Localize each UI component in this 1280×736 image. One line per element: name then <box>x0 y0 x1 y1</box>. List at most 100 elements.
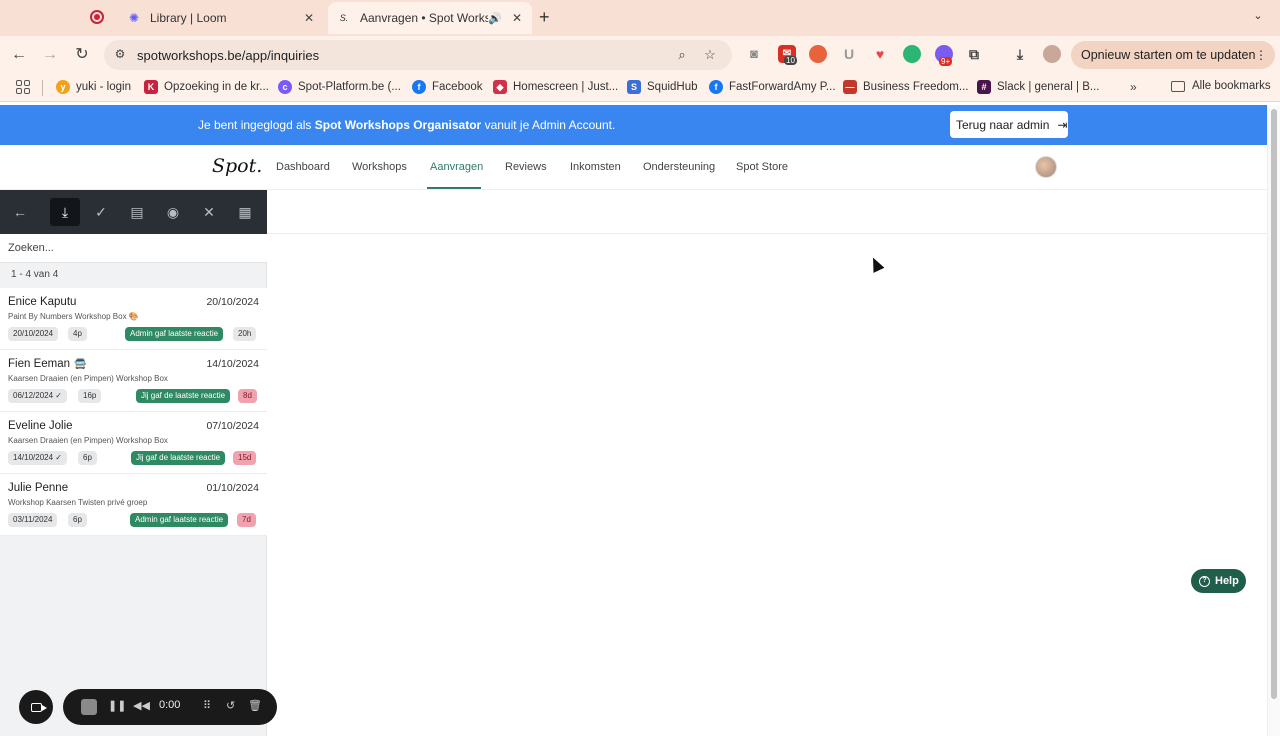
back-to-admin-button[interactable]: Terug naar admin ⇥ <box>950 111 1068 138</box>
close-tab-icon[interactable]: ✕ <box>304 11 314 25</box>
document-icon[interactable]: ▤ <box>122 198 152 226</box>
mail-badge: 10 <box>784 56 797 65</box>
inquiry-name-text: Eveline Jolie <box>8 420 73 432</box>
people-badge: 6p <box>68 513 87 527</box>
inquiry-row[interactable]: Enice Kaputu 20/10/2024 Paint By Numbers… <box>0 288 267 350</box>
user-avatar[interactable] <box>1035 156 1057 178</box>
check-circle-icon[interactable]: ◉ <box>158 198 188 226</box>
close-icon[interactable]: ✕ <box>194 198 224 226</box>
check-icon[interactable]: ✓ <box>86 198 116 226</box>
address-bar[interactable]: ⚙ spotworkshops.be/app/inquiries ⌕ ☆ <box>104 40 732 70</box>
zoom-icon[interactable]: ⌕ <box>674 47 690 63</box>
camera-extension-icon[interactable]: ◙ <box>745 45 763 63</box>
banner-prefix: Je bent ingeglogd als <box>198 118 312 132</box>
bookmark-item[interactable]: K Opzoeking in de kr... <box>144 80 269 94</box>
update-label: Opnieuw starten om te updaten <box>1081 48 1256 62</box>
banner-org: Spot Workshops Organisator <box>314 118 482 132</box>
tab-title: Library | Loom <box>150 11 227 25</box>
archive-icon[interactable]: ▦ <box>230 198 260 226</box>
nav-dashboard[interactable]: Dashboard <box>276 161 330 173</box>
close-tab-icon[interactable]: ✕ <box>512 11 522 25</box>
age-badge: 20h <box>233 327 257 341</box>
status-badge: Jij gaf de laatste reactie <box>136 389 231 403</box>
extensions-puzzle-icon[interactable]: ⧉ <box>965 45 983 63</box>
apps-grid-icon[interactable] <box>16 80 30 94</box>
update-restart-button[interactable]: Opnieuw starten om te updaten ⋮ <box>1071 41 1275 69</box>
scrollbar-thumb[interactable] <box>1271 109 1277 699</box>
facebook-icon: f <box>709 80 723 94</box>
people-badge: 4p <box>68 327 87 341</box>
cherry-extension-icon[interactable] <box>809 45 827 63</box>
tab-aanvragen[interactable]: S. Aanvragen • Spot Worksh 🔊 ✕ <box>328 2 532 34</box>
bookmark-item[interactable]: S SquidHub <box>627 80 698 94</box>
bookmark-item[interactable]: c Spot-Platform.be (... <box>278 80 401 94</box>
inquiry-name: Eveline Jolie <box>8 420 73 432</box>
page-scrollbar[interactable] <box>1267 105 1280 736</box>
more-menu-icon[interactable]: ⋮ <box>1255 48 1267 62</box>
nav-workshops[interactable]: Workshops <box>352 161 407 173</box>
loom-camera-button[interactable] <box>19 690 53 724</box>
heart-extension-icon[interactable]: ♥ <box>871 45 889 63</box>
download-icon[interactable]: ⤓ <box>1011 45 1029 63</box>
back-arrow-icon[interactable]: ← <box>9 45 29 65</box>
more-bookmarks-chevron-icon[interactable]: » <box>1130 80 1137 94</box>
restart-icon[interactable]: ↺ <box>226 699 235 712</box>
inquiry-row[interactable]: Eveline Jolie 07/10/2024 Kaarsen Draaien… <box>0 412 267 474</box>
people-badge: 6p <box>78 451 97 465</box>
bookmark-item[interactable]: ◆ Homescreen | Just... <box>493 80 618 94</box>
tab-title: Aanvragen • Spot Worksh <box>360 11 488 25</box>
all-bookmarks-button[interactable]: Alle bookmarks <box>1171 80 1271 92</box>
recording-timer: 0:00 <box>159 699 181 711</box>
trash-icon[interactable]: 🗑 <box>248 699 262 712</box>
loom-recording-controls: ❚❚ ◀◀ 0:00 ⠿ ↺ 🗑 <box>63 689 277 725</box>
rewind-icon[interactable]: ◀◀ <box>133 699 150 712</box>
kbo-icon: K <box>144 80 158 94</box>
green-extension-icon[interactable] <box>903 45 921 63</box>
u-extension-icon[interactable]: U <box>840 45 858 63</box>
bookmark-label: Business Freedom... <box>863 81 969 93</box>
bookmark-item[interactable]: f FastForwardAmy P... <box>709 80 836 94</box>
yuki-icon: y <box>56 80 70 94</box>
bookmark-item[interactable]: f Facebook <box>412 80 483 94</box>
drag-handle-icon[interactable]: ⠿ <box>203 699 211 712</box>
status-badge: Admin gaf laatste reactie <box>125 327 224 341</box>
pause-icon[interactable]: ❚❚ <box>108 699 126 712</box>
url-text[interactable]: spotworkshops.be/app/inquiries <box>137 48 319 63</box>
inquiry-row[interactable]: Fien Eeman 🚍 14/10/2024 Kaarsen Draaien (… <box>0 350 267 412</box>
result-count: 1 - 4 van 4 <box>11 269 59 280</box>
back-to-admin-label: Terug naar admin <box>956 117 1050 132</box>
forward-arrow-icon[interactable]: → <box>40 45 60 65</box>
help-button[interactable]: ? Help <box>1191 569 1246 593</box>
bookmark-item[interactable]: y yuki - login <box>56 80 131 94</box>
search-input[interactable]: Zoeken... <box>0 234 267 263</box>
bookmark-label: Facebook <box>432 81 483 93</box>
tab-search-chevron-icon[interactable]: ⌄ <box>1248 9 1268 27</box>
profile-avatar-icon[interactable] <box>1043 45 1061 63</box>
event-date-text: 06/12/2024 <box>13 391 54 400</box>
nav-inkomsten[interactable]: Inkomsten <box>570 161 621 173</box>
spot-logo[interactable]: Spot. <box>212 155 262 177</box>
back-arrow-icon[interactable]: ← <box>5 198 35 226</box>
new-tab-button[interactable]: + <box>539 8 550 26</box>
age-badge: 15d <box>233 451 257 465</box>
bookmark-item[interactable]: — Business Freedom... <box>843 80 968 94</box>
nav-aanvragen[interactable]: Aanvragen <box>430 161 483 173</box>
inquiry-row[interactable]: Julie Penne 01/10/2024 Workshop Kaarsen … <box>0 474 267 536</box>
nav-reviews[interactable]: Reviews <box>505 161 547 173</box>
stop-recording-button[interactable] <box>81 699 97 715</box>
event-date-badge: 03/11/2024 <box>8 513 58 527</box>
reload-icon[interactable]: ↻ <box>72 45 92 65</box>
inquiry-workshop: Workshop Kaarsen Twisten privé groep <box>8 498 148 507</box>
spot-platform-icon: c <box>278 80 292 94</box>
nav-ondersteuning[interactable]: Ondersteuning <box>643 161 715 173</box>
bookmark-label: Homescreen | Just... <box>513 81 619 93</box>
audio-playing-icon[interactable]: 🔊 <box>488 12 502 25</box>
inbox-download-icon[interactable]: ⤓ <box>50 198 80 226</box>
tab-loom-library[interactable]: ✺ Library | Loom ✕ <box>118 2 324 34</box>
bookmark-item[interactable]: # Slack | general | B... <box>977 80 1100 94</box>
bookmark-star-icon[interactable]: ☆ <box>702 47 718 63</box>
check-circle-icon: ✓ <box>55 453 62 462</box>
bookmark-label: Spot-Platform.be (... <box>298 81 401 93</box>
site-settings-icon[interactable]: ⚙ <box>112 47 128 63</box>
nav-spot-store[interactable]: Spot Store <box>736 161 788 173</box>
